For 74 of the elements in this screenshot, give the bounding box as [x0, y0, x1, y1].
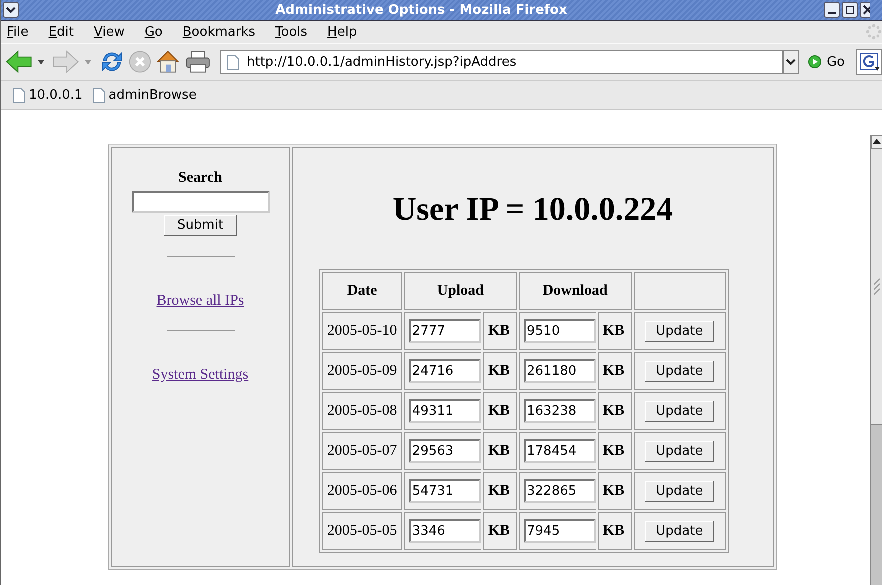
- date-cell: 2005-05-07: [322, 432, 402, 470]
- value-input[interactable]: 49311: [409, 399, 482, 423]
- unit-label: KB: [483, 392, 517, 430]
- date-cell: 2005-05-05: [322, 512, 402, 550]
- column-header: Upload: [404, 272, 517, 310]
- unit-label: KB: [483, 352, 517, 390]
- menu-item[interactable]: Bookmarks: [180, 24, 258, 40]
- close-icon[interactable]: [860, 2, 870, 18]
- page-heading: User IP = 10.0.0.224: [392, 192, 674, 229]
- go-button[interactable]: Go: [808, 54, 846, 70]
- value-input[interactable]: 3346: [409, 519, 482, 543]
- unit-label: KB: [598, 432, 632, 470]
- unit-label: KB: [598, 352, 632, 390]
- menu-item[interactable]: Help: [326, 24, 360, 40]
- home-icon[interactable]: [155, 48, 182, 76]
- update-button[interactable]: Update: [645, 360, 714, 382]
- go-icon[interactable]: [808, 55, 822, 69]
- date-cell: 2005-05-06: [322, 472, 402, 510]
- dropdown-caret-icon[interactable]: [38, 60, 45, 64]
- sidebar-link[interactable]: System Settings: [152, 367, 249, 384]
- value-input[interactable]: 261180: [524, 359, 596, 383]
- sidebar-link[interactable]: Browse all IPs: [156, 293, 244, 310]
- search-label: Search: [178, 170, 222, 187]
- back-arrow-icon[interactable]: [5, 49, 34, 75]
- date-cell: 2005-05-09: [322, 352, 402, 390]
- menu-item[interactable]: Go: [142, 24, 165, 40]
- value-input[interactable]: 178454: [524, 439, 596, 463]
- grip-icon[interactable]: [874, 276, 880, 296]
- minimize-icon[interactable]: [824, 2, 840, 18]
- column-header: Date: [322, 272, 402, 310]
- update-button[interactable]: Update: [645, 400, 714, 422]
- value-input[interactable]: 163238: [524, 399, 596, 423]
- window-menu-icon[interactable]: [3, 2, 19, 18]
- dropdown-icon[interactable]: [782, 50, 799, 74]
- page-icon[interactable]: [226, 54, 239, 70]
- value-input[interactable]: 29563: [409, 439, 482, 463]
- unit-label: KB: [598, 312, 632, 350]
- value-input[interactable]: 7945: [524, 519, 596, 543]
- scroll-up-icon[interactable]: [871, 135, 882, 149]
- search-input[interactable]: [132, 191, 270, 213]
- menu-item[interactable]: View: [92, 24, 127, 40]
- unit-label: KB: [483, 472, 517, 510]
- menu-item[interactable]: Edit: [46, 24, 76, 40]
- value-input[interactable]: 24716: [409, 359, 482, 383]
- menu-item[interactable]: File: [5, 24, 31, 40]
- value-input[interactable]: 2777: [409, 319, 482, 343]
- value-input[interactable]: 9510: [524, 319, 596, 343]
- bookmark-item[interactable]: adminBrowse: [92, 88, 197, 102]
- unit-label: KB: [483, 512, 517, 550]
- update-button[interactable]: Update: [645, 520, 714, 542]
- update-button[interactable]: Update: [645, 440, 714, 462]
- submit-button[interactable]: Submit: [164, 215, 237, 236]
- url-field[interactable]: http://10.0.0.1/adminHistory.jsp?ipAddres: [220, 50, 783, 74]
- value-input[interactable]: 322865: [524, 479, 596, 503]
- unit-label: KB: [598, 472, 632, 510]
- page-icon[interactable]: [13, 88, 25, 102]
- scrollbar-thumb[interactable]: [871, 149, 882, 425]
- unit-label: KB: [483, 312, 517, 350]
- date-cell: 2005-05-08: [322, 392, 402, 430]
- menu-item[interactable]: Tools: [274, 24, 310, 40]
- update-button[interactable]: Update: [645, 320, 714, 342]
- update-button[interactable]: Update: [645, 480, 714, 502]
- value-input[interactable]: 54731: [409, 479, 482, 503]
- column-header: Download: [519, 272, 632, 310]
- window-title: Administrative Options - Mozilla Firefox: [274, 2, 568, 18]
- page-icon[interactable]: [92, 88, 105, 102]
- unit-label: KB: [483, 432, 517, 470]
- unit-label: KB: [598, 392, 632, 430]
- printer-icon[interactable]: [184, 49, 211, 75]
- maximize-icon[interactable]: [842, 2, 858, 18]
- date-cell: 2005-05-10: [322, 312, 402, 350]
- unit-label: KB: [598, 512, 632, 550]
- bookmark-item[interactable]: 10.0.0.1: [13, 88, 83, 102]
- scrollbar[interactable]: [870, 135, 882, 585]
